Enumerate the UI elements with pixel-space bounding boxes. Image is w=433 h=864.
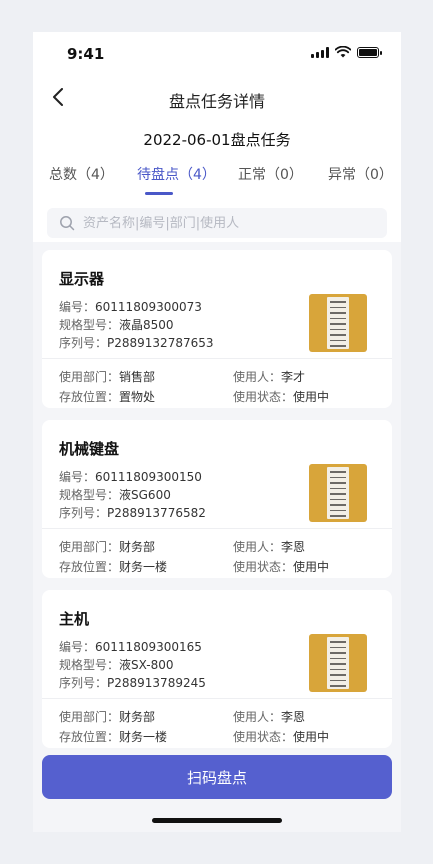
asset-location: 财务一楼 — [119, 560, 168, 574]
asset-serial: P2889132787653 — [107, 336, 214, 350]
asset-code: 60111809300150 — [95, 470, 202, 484]
asset-state: 使用中 — [293, 560, 330, 574]
battery-icon — [357, 46, 382, 58]
location-label: 存放位置： — [59, 390, 120, 404]
asset-location: 财务一楼 — [119, 730, 168, 744]
asset-user: 李恩 — [281, 540, 306, 554]
divider — [42, 698, 392, 699]
asset-user: 李恩 — [281, 710, 306, 724]
scan-inventory-button[interactable]: 扫码盘点 — [42, 755, 392, 799]
user-label: 使用人： — [233, 710, 282, 724]
model-label: 规格型号： — [59, 318, 120, 332]
asset-name: 主机 — [59, 610, 90, 628]
asset-meta-left: 使用部门：财务部 存放位置：财务一楼 — [59, 537, 167, 577]
dept-label: 使用部门： — [59, 370, 120, 384]
tab-total[interactable]: 总数（4） — [49, 164, 114, 184]
task-title: 2022-06-01盘点任务 — [143, 131, 291, 149]
location-label: 存放位置： — [59, 730, 120, 744]
status-time: 9:41 — [67, 45, 105, 63]
state-label: 使用状态： — [233, 560, 294, 574]
divider — [42, 528, 392, 529]
asset-card[interactable]: 显示器 编号：60111809300073 规格型号：液晶8500 序列号：P2… — [42, 250, 392, 408]
status-icons — [311, 46, 382, 58]
code-label: 编号： — [59, 470, 96, 484]
code-label: 编号： — [59, 300, 96, 314]
home-indicator — [152, 818, 282, 823]
dept-label: 使用部门： — [59, 710, 120, 724]
asset-code: 60111809300073 — [95, 300, 202, 314]
search-input[interactable] — [83, 215, 373, 231]
active-tab-indicator — [145, 192, 173, 195]
model-label: 规格型号： — [59, 488, 120, 502]
asset-state: 使用中 — [293, 730, 330, 744]
serial-label: 序列号： — [59, 676, 108, 690]
cellular-signal-icon — [311, 46, 329, 58]
asset-name: 显示器 — [59, 270, 105, 288]
asset-name: 机械键盘 — [59, 440, 120, 458]
asset-meta-right: 使用人：李恩 使用状态：使用中 — [233, 707, 329, 747]
state-label: 使用状态： — [233, 730, 294, 744]
status-tabs: 总数（4） 待盘点（4） 正常（0） 异常（0） — [33, 164, 401, 195]
search-icon — [60, 216, 75, 231]
user-label: 使用人： — [233, 370, 282, 384]
asset-state: 使用中 — [293, 390, 330, 404]
location-label: 存放位置： — [59, 560, 120, 574]
serial-label: 序列号： — [59, 506, 108, 520]
page-title: 盘点任务详情 — [168, 92, 265, 111]
asset-model: 液SX-800 — [119, 658, 174, 672]
asset-dept: 销售部 — [119, 370, 156, 384]
asset-serial: P288913789245 — [107, 676, 206, 690]
tab-normal[interactable]: 正常（0） — [238, 164, 303, 184]
phone-screen: 9:41 盘点任务详情 2022-06-01盘点任务 总数（4） 待盘点（4） … — [33, 32, 401, 832]
model-label: 规格型号： — [59, 658, 120, 672]
tab-abnormal[interactable]: 异常（0） — [328, 164, 393, 184]
asset-model: 液SG600 — [119, 488, 171, 502]
asset-card[interactable]: 机械键盘 编号：60111809300150 规格型号：液SG600 序列号：P… — [42, 420, 392, 578]
asset-meta-right: 使用人：李才 使用状态：使用中 — [233, 367, 329, 407]
asset-info: 编号：60111809300150 规格型号：液SG600 序列号：P28891… — [59, 468, 206, 522]
asset-user: 李才 — [281, 370, 306, 384]
asset-info: 编号：60111809300165 规格型号：液SX-800 序列号：P2889… — [59, 638, 206, 692]
asset-dept: 财务部 — [119, 540, 156, 554]
serial-label: 序列号： — [59, 336, 108, 350]
divider — [42, 358, 392, 359]
asset-meta-left: 使用部门：销售部 存放位置：置物处 — [59, 367, 155, 407]
asset-meta-left: 使用部门：财务部 存放位置：财务一楼 — [59, 707, 167, 747]
wifi-icon — [335, 46, 351, 58]
asset-model: 液晶8500 — [119, 318, 174, 332]
asset-card[interactable]: 主机 编号：60111809300165 规格型号：液SX-800 序列号：P2… — [42, 590, 392, 748]
asset-photo[interactable] — [309, 634, 367, 692]
asset-photo[interactable] — [309, 464, 367, 522]
user-label: 使用人： — [233, 540, 282, 554]
asset-location: 置物处 — [119, 390, 156, 404]
dept-label: 使用部门： — [59, 540, 120, 554]
asset-meta-right: 使用人：李恩 使用状态：使用中 — [233, 537, 329, 577]
tab-pending[interactable]: 待盘点（4） — [137, 164, 216, 184]
asset-photo[interactable] — [309, 294, 367, 352]
asset-dept: 财务部 — [119, 710, 156, 724]
state-label: 使用状态： — [233, 390, 294, 404]
code-label: 编号： — [59, 640, 96, 654]
asset-serial: P288913776582 — [107, 506, 206, 520]
search-bar[interactable] — [47, 208, 387, 238]
asset-info: 编号：60111809300073 规格型号：液晶8500 序列号：P28891… — [59, 298, 214, 352]
asset-code: 60111809300165 — [95, 640, 202, 654]
